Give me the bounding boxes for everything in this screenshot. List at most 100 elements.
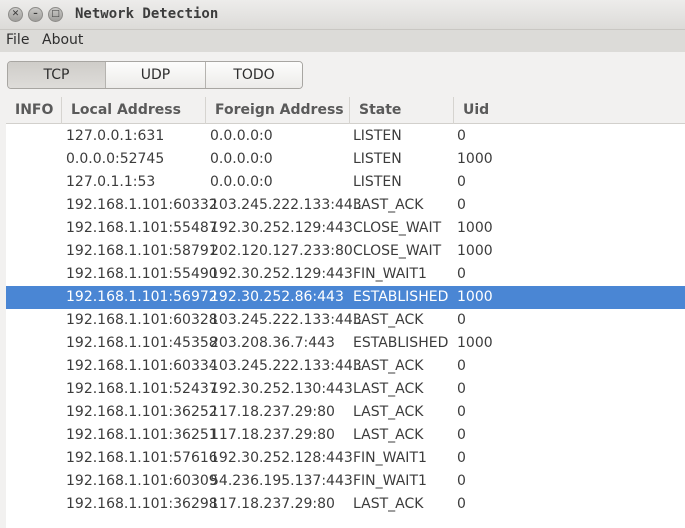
cell-state: CLOSE_WAIT xyxy=(353,220,442,236)
tab-udp[interactable]: UDP xyxy=(106,62,206,88)
protocol-tabs: TCP UDP TODO xyxy=(7,61,303,89)
column-header-foreign-address[interactable]: Foreign Address xyxy=(206,97,350,124)
table-row[interactable]: 192.168.1.101:55487 192.30.252.129:443 CLO… xyxy=(6,217,685,240)
cell-foreign: 192.30.252.128:443 xyxy=(210,450,353,466)
cell-uid: 0 xyxy=(457,381,466,397)
maximize-icon[interactable]: □ xyxy=(48,7,63,22)
cell-uid: 0 xyxy=(457,312,466,328)
cell-local: 192.168.1.101:45358 xyxy=(66,335,218,351)
cell-uid: 0 xyxy=(457,404,466,420)
column-header-info[interactable]: INFO xyxy=(6,97,62,124)
cell-foreign: 192.30.252.86:443 xyxy=(210,289,344,305)
table-row[interactable]: 192.168.1.101:60332 103.245.222.133:443 LA… xyxy=(6,194,685,217)
connections-table: INFO Local Address Foreign Address State… xyxy=(6,97,685,528)
cell-state: FIN_WAIT1 xyxy=(353,473,427,489)
cell-state: LAST_ACK xyxy=(353,381,424,397)
table-row[interactable]: 192.168.1.101:36251 117.18.237.29:80 LAST_… xyxy=(6,424,685,447)
cell-uid: 0 xyxy=(457,473,466,489)
cell-local: 192.168.1.101:58791 xyxy=(66,243,218,259)
cell-state: LAST_ACK xyxy=(353,312,424,328)
cell-uid: 0 xyxy=(457,496,466,512)
tab-tcp[interactable]: TCP xyxy=(8,62,106,88)
cell-state: LAST_ACK xyxy=(353,197,424,213)
cell-local: 192.168.1.101:55487 xyxy=(66,220,218,236)
cell-foreign: 103.245.222.133:443 xyxy=(210,312,362,328)
tab-todo[interactable]: TODO xyxy=(206,62,302,88)
cell-foreign: 0.0.0.0:0 xyxy=(210,151,273,167)
cell-local: 192.168.1.101:55490 xyxy=(66,266,218,282)
cell-local: 127.0.0.1:631 xyxy=(66,128,165,144)
cell-uid: 0 xyxy=(457,174,466,190)
cell-uid: 1000 xyxy=(457,220,493,236)
cell-uid: 0 xyxy=(457,266,466,282)
cell-local: 192.168.1.101:36252 xyxy=(66,404,218,420)
table-row[interactable]: 192.168.1.101:36298 117.18.237.29:80 LAST_… xyxy=(6,493,685,516)
cell-foreign: 202.120.127.233:80 xyxy=(210,243,353,259)
table-header: INFO Local Address Foreign Address State… xyxy=(6,97,685,124)
cell-local: 192.168.1.101:36298 xyxy=(66,496,218,512)
table-row[interactable]: 0.0.0.0:52745 0.0.0.0:0 LISTEN 1000 xyxy=(6,148,685,171)
table-row[interactable]: 192.168.1.101:55490 192.30.252.129:443 FIN… xyxy=(6,263,685,286)
column-header-state[interactable]: State xyxy=(350,97,454,124)
cell-uid: 1000 xyxy=(457,243,493,259)
table-row[interactable]: 192.168.1.101:52437 192.30.252.130:443 LAS… xyxy=(6,378,685,401)
cell-local: 0.0.0.0:52745 xyxy=(66,151,165,167)
cell-local: 192.168.1.101:56972 xyxy=(66,289,218,305)
cell-foreign: 203.208.36.7:443 xyxy=(210,335,335,351)
cell-state: LISTEN xyxy=(353,128,402,144)
cell-uid: 1000 xyxy=(457,289,493,305)
cell-foreign: 117.18.237.29:80 xyxy=(210,496,335,512)
cell-uid: 1000 xyxy=(457,151,493,167)
cell-foreign: 103.245.222.133:443 xyxy=(210,358,362,374)
column-header-uid[interactable]: Uid xyxy=(454,97,685,124)
table-row[interactable]: 192.168.1.101:60309 54.236.195.137:443 FIN… xyxy=(6,470,685,493)
cell-state: LAST_ACK xyxy=(353,496,424,512)
menu-about[interactable]: About xyxy=(42,32,83,48)
cell-state: CLOSE_WAIT xyxy=(353,243,442,259)
cell-uid: 0 xyxy=(457,128,466,144)
menu-bar: File About xyxy=(0,30,685,52)
cell-uid: 1000 xyxy=(457,335,493,351)
cell-state: FIN_WAIT1 xyxy=(353,266,427,282)
cell-state: LISTEN xyxy=(353,151,402,167)
window-title: Network Detection xyxy=(75,6,219,22)
cell-uid: 0 xyxy=(457,358,466,374)
cell-foreign: 192.30.252.130:443 xyxy=(210,381,353,397)
cell-uid: 0 xyxy=(457,450,466,466)
table-row[interactable]: 192.168.1.101:57616 192.30.252.128:443 FIN… xyxy=(6,447,685,470)
cell-local: 192.168.1.101:36251 xyxy=(66,427,218,443)
cell-state: LAST_ACK xyxy=(353,358,424,374)
cell-foreign: 0.0.0.0:0 xyxy=(210,174,273,190)
cell-local: 192.168.1.101:60332 xyxy=(66,197,218,213)
cell-state: LISTEN xyxy=(353,174,402,190)
table-row[interactable]: 127.0.1.1:53 0.0.0.0:0 LISTEN 0 xyxy=(6,171,685,194)
cell-local: 192.168.1.101:60334 xyxy=(66,358,218,374)
cell-foreign: 117.18.237.29:80 xyxy=(210,404,335,420)
cell-foreign: 192.30.252.129:443 xyxy=(210,266,353,282)
cell-state: FIN_WAIT1 xyxy=(353,450,427,466)
table-row[interactable]: 192.168.1.101:60334 103.245.222.133:443 LA… xyxy=(6,355,685,378)
cell-uid: 0 xyxy=(457,427,466,443)
table-row[interactable]: 192.168.1.101:60328 103.245.222.133:443 LA… xyxy=(6,309,685,332)
cell-local: 192.168.1.101:60309 xyxy=(66,473,218,489)
close-icon[interactable]: ✕ xyxy=(8,7,23,22)
table-row[interactable]: 192.168.1.101:58791 202.120.127.233:80 CLO… xyxy=(6,240,685,263)
table-row[interactable]: 192.168.1.101:45358 203.208.36.7:443 ESTAB… xyxy=(6,332,685,355)
cell-state: LAST_ACK xyxy=(353,427,424,443)
cell-local: 192.168.1.101:57616 xyxy=(66,450,218,466)
cell-foreign: 117.18.237.29:80 xyxy=(210,427,335,443)
table-row[interactable]: 192.168.1.101:56972 192.30.252.86:443 ESTA… xyxy=(6,286,685,309)
cell-uid: 0 xyxy=(457,197,466,213)
cell-foreign: 54.236.195.137:443 xyxy=(210,473,353,489)
table-row[interactable]: 192.168.1.101:36252 117.18.237.29:80 LAST_… xyxy=(6,401,685,424)
column-header-local-address[interactable]: Local Address xyxy=(62,97,206,124)
title-bar: ✕ – □ Network Detection xyxy=(0,0,685,30)
cell-local: 192.168.1.101:60328 xyxy=(66,312,218,328)
cell-foreign: 103.245.222.133:443 xyxy=(210,197,362,213)
cell-state: ESTABLISHED xyxy=(353,335,449,351)
cell-foreign: 0.0.0.0:0 xyxy=(210,128,273,144)
minimize-icon[interactable]: – xyxy=(28,7,43,22)
menu-file[interactable]: File xyxy=(6,32,29,48)
table-row[interactable]: 127.0.0.1:631 0.0.0.0:0 LISTEN 0 xyxy=(6,125,685,148)
cell-local: 192.168.1.101:52437 xyxy=(66,381,218,397)
